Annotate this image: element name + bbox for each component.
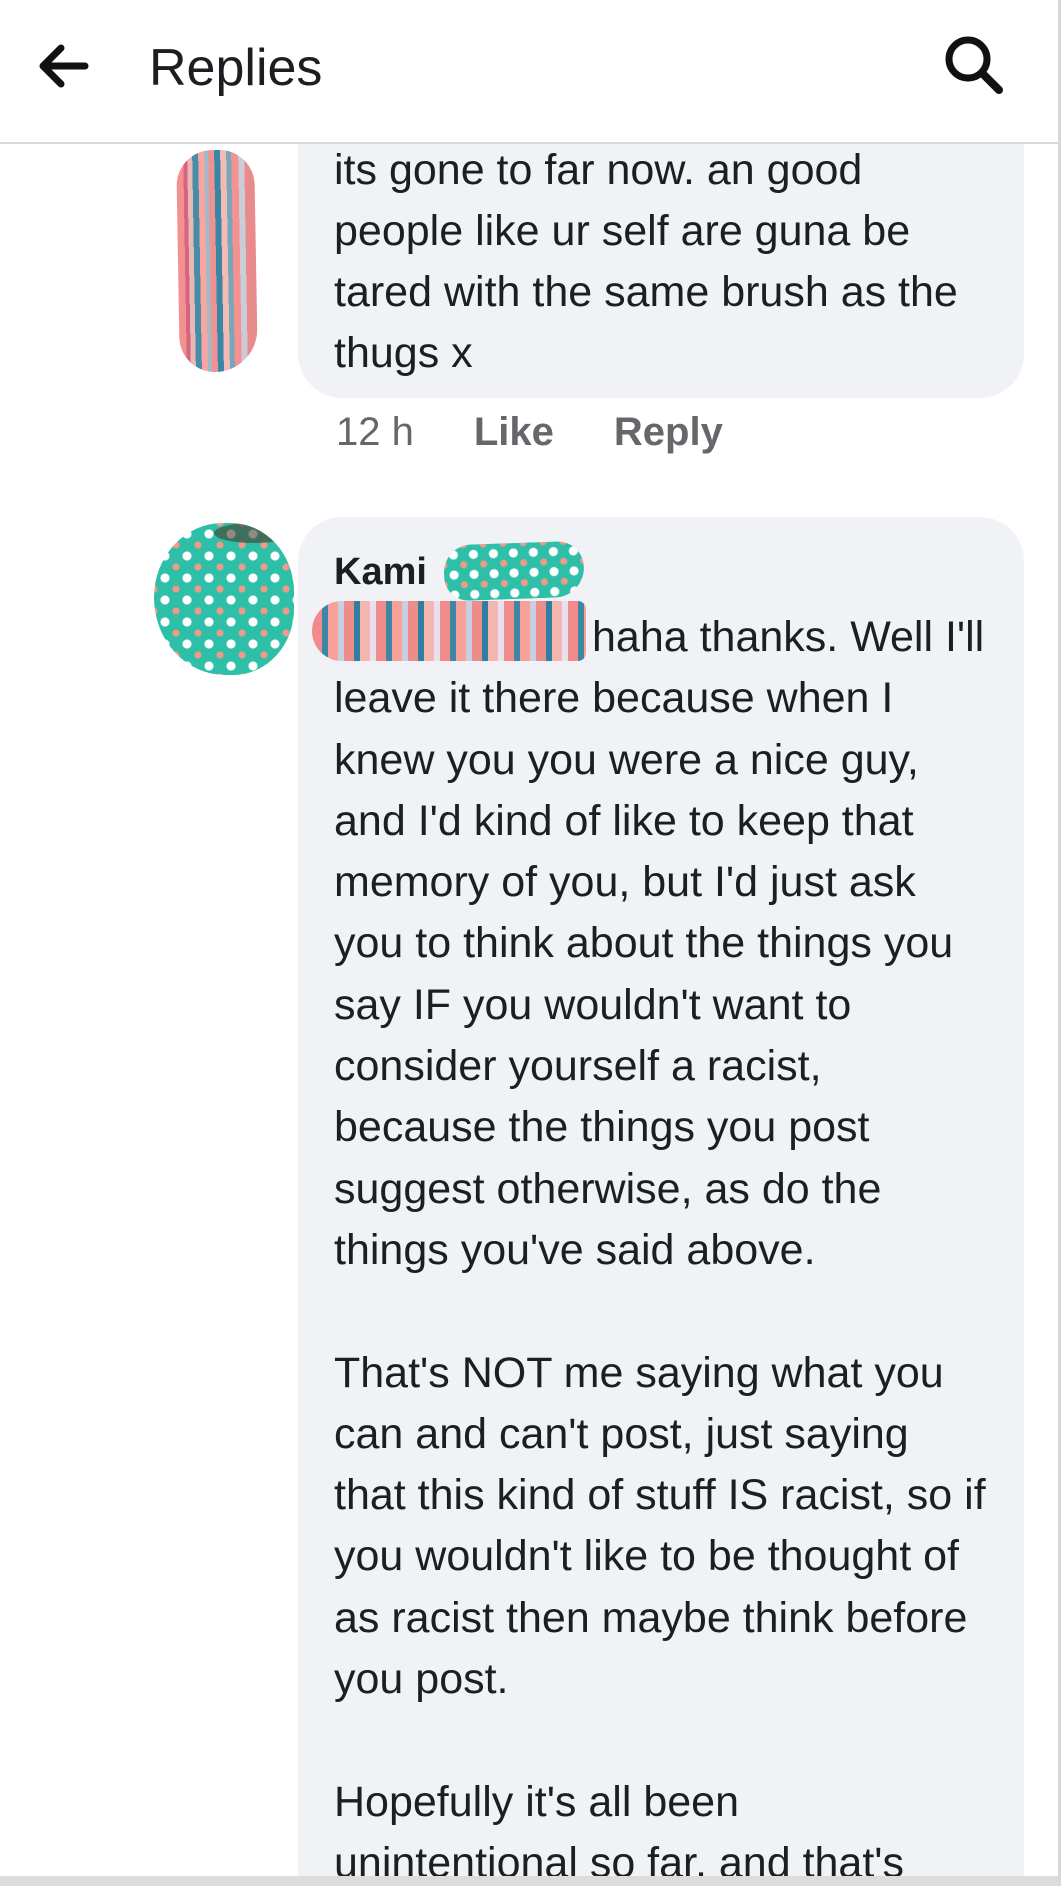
bottom-divider bbox=[0, 1876, 1061, 1886]
avatar-redacted[interactable] bbox=[154, 523, 294, 675]
comment-paragraph: Hopefully it's all been unintentional so… bbox=[334, 1777, 905, 1886]
back-button[interactable] bbox=[28, 36, 98, 96]
arrow-left-icon bbox=[39, 44, 89, 88]
reply-button[interactable]: Reply bbox=[614, 410, 723, 455]
avatar-detail bbox=[214, 523, 294, 543]
comment-paragraph: That's NOT me saying what you can and ca… bbox=[334, 1348, 998, 1704]
comment-bubble: Kami haha thanks. Well I'll leave it the… bbox=[298, 517, 1024, 1886]
comment-bubble: its gone to far now. an good people like… bbox=[298, 110, 1024, 398]
search-button[interactable] bbox=[934, 30, 1014, 100]
page-title: Replies bbox=[149, 39, 323, 97]
search-icon bbox=[945, 36, 1003, 94]
like-button[interactable]: Like bbox=[474, 410, 554, 455]
mention-redaction-scribble bbox=[312, 601, 586, 661]
name-redaction-scribble bbox=[443, 540, 585, 602]
comment-text: haha thanks. Well I'll leave it there be… bbox=[312, 601, 988, 1886]
comment-text: its gone to far now. an good people like… bbox=[334, 146, 958, 377]
comment-author-row: Kami bbox=[334, 540, 988, 602]
comment-author[interactable]: Kami bbox=[334, 551, 427, 593]
comment-paragraph: haha thanks. Well I'll leave it there be… bbox=[334, 613, 997, 1274]
comment-timestamp: 12 h bbox=[336, 409, 414, 454]
replies-screen: Replies its gone to far now. an good peo… bbox=[0, 0, 1061, 1886]
avatar-redacted[interactable] bbox=[176, 149, 258, 373]
comment-actions: 12 h Like Reply bbox=[336, 404, 783, 460]
top-bar: Replies bbox=[0, 0, 1058, 144]
